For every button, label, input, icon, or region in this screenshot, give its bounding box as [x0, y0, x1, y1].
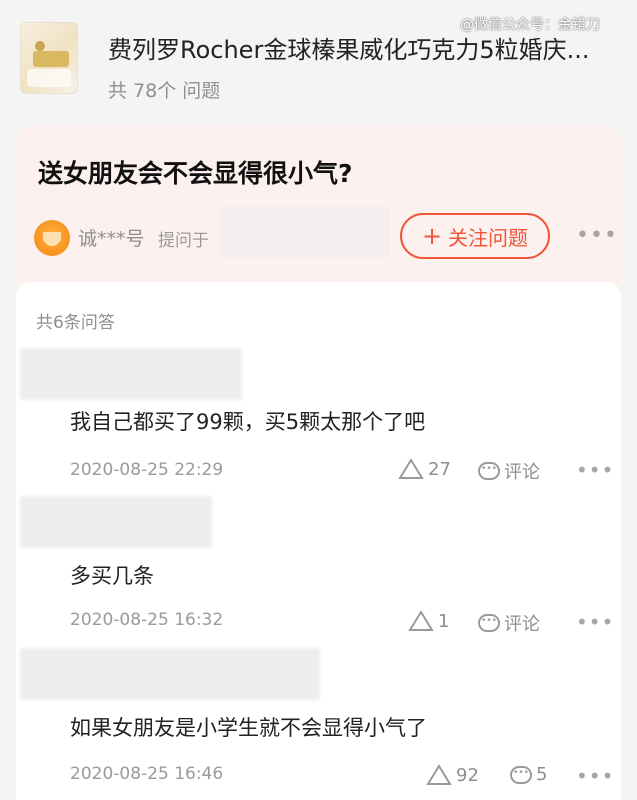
more-dots-icon[interactable]: ••• — [576, 223, 618, 248]
comment-button[interactable]: ••• 评论 — [478, 610, 540, 636]
product-header[interactable]: 费列罗Rocher金球榛果威化巧克力5粒婚庆... 共 78个 问题 @微信公众… — [0, 0, 637, 118]
question-title: 送女朋友会不会显得很小气? — [38, 159, 353, 188]
avatar-face — [43, 232, 61, 246]
comment-label: 评论 — [504, 462, 540, 483]
answers-count: 共6条问答 — [36, 313, 115, 333]
answer-date: 2020-08-25 22:29 — [70, 460, 224, 480]
follow-question-button[interactable]: + 关注问题 — [400, 213, 550, 259]
like-count: 27 — [428, 458, 451, 480]
answer-item: 多买几条 2020-08-25 16:32 1 ••• 评论 ••• — [16, 496, 621, 646]
product-image-detail — [27, 69, 71, 87]
more-dots-icon[interactable]: ••• — [576, 458, 614, 482]
comment-button[interactable]: ••• 5 — [510, 764, 547, 785]
answer-date: 2020-08-25 16:46 — [70, 764, 224, 784]
product-title[interactable]: 费列罗Rocher金球榛果威化巧克力5粒婚庆... — [108, 30, 608, 65]
answer-text: 如果女朋友是小学生就不会显得小气了 — [70, 716, 427, 740]
answers-list: 共6条问答 我自己都买了99颗，买5颗太那个了吧 2020-08-25 22:2… — [16, 282, 621, 800]
speech-bubble-icon: ••• — [478, 614, 500, 632]
triangle-up-icon — [408, 610, 434, 631]
blurred-answerer — [20, 496, 212, 548]
product-image-detail — [35, 41, 45, 51]
asked-at-label: 提问于 — [158, 231, 209, 251]
answer-item: 如果女朋友是小学生就不会显得小气了 2020-08-25 16:46 92 ••… — [16, 648, 621, 798]
like-button[interactable]: 1 — [408, 610, 449, 632]
comment-button[interactable]: ••• 评论 — [478, 458, 540, 484]
like-button[interactable]: 27 — [398, 458, 451, 480]
comment-count: 5 — [536, 764, 548, 785]
plus-icon: + — [421, 222, 443, 250]
follow-question-label: 关注问题 — [448, 225, 529, 250]
blurred-answerer — [20, 648, 320, 700]
more-dots-icon[interactable]: ••• — [576, 610, 614, 634]
speech-bubble-icon: ••• — [510, 765, 532, 784]
blurred-asked-date — [220, 206, 390, 258]
triangle-up-icon — [398, 458, 424, 479]
triangle-up-icon — [426, 764, 452, 785]
product-thumbnail[interactable] — [20, 22, 78, 94]
like-count: 1 — [438, 610, 450, 632]
like-button[interactable]: 92 — [426, 764, 479, 786]
asker-avatar[interactable] — [34, 220, 70, 256]
more-dots-icon[interactable]: ••• — [576, 764, 614, 788]
answer-date: 2020-08-25 16:32 — [70, 610, 224, 630]
like-count: 92 — [456, 764, 479, 786]
qa-page: 费列罗Rocher金球榛果威化巧克力5粒婚庆... 共 78个 问题 @微信公众… — [0, 0, 637, 800]
watermark: @微信公众号：金错刀 — [460, 17, 600, 33]
answer-text: 多买几条 — [70, 564, 154, 588]
product-image-detail — [33, 51, 69, 67]
answer-item: 我自己都买了99颗，买5颗太那个了吧 2020-08-25 22:29 27 •… — [16, 348, 621, 498]
product-question-count: 共 78个 问题 — [108, 80, 221, 102]
asker-name: 诚***号 — [78, 228, 145, 250]
answer-text: 我自己都买了99颗，买5颗太那个了吧 — [70, 410, 426, 434]
blurred-answerer — [20, 348, 242, 400]
comment-label: 评论 — [504, 614, 540, 635]
speech-bubble-icon: ••• — [478, 462, 500, 480]
question-card: 送女朋友会不会显得很小气? 诚***号 提问于 + 关注问题 ••• — [16, 126, 621, 286]
